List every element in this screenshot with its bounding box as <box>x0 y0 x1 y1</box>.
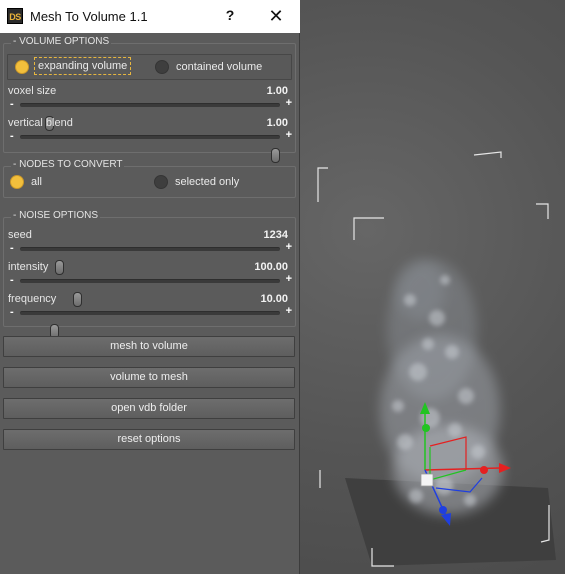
intensity-slider: intensity 100.00 - + <box>8 261 292 307</box>
minus-icon[interactable]: - <box>10 130 14 142</box>
frequency-label: frequency <box>8 293 57 305</box>
open-vdb-folder-button[interactable]: open vdb folder <box>3 398 295 419</box>
slider-track[interactable] <box>20 311 280 339</box>
plus-icon[interactable]: + <box>286 129 292 141</box>
volume-options-group: - VOLUME OPTIONS expanding volume contai… <box>3 36 296 163</box>
title-bar[interactable]: DS Mesh To Volume 1.1 ? ✕ <box>0 0 300 33</box>
nodes-to-convert-group: - NODES TO CONVERT all selected only <box>3 159 296 198</box>
plus-icon[interactable]: + <box>286 273 292 285</box>
minus-icon[interactable]: - <box>10 274 14 286</box>
noise-options-title: - NOISE OPTIONS <box>11 210 101 221</box>
vertical-blend-value: 1.00 <box>266 117 288 129</box>
seed-label: seed <box>8 229 32 241</box>
slider-track[interactable] <box>20 103 280 131</box>
slider-track[interactable] <box>20 135 280 163</box>
intensity-value: 100.00 <box>254 261 288 273</box>
app-logo: DS <box>7 8 23 24</box>
plus-icon[interactable]: + <box>286 305 292 317</box>
selected-only-label[interactable]: selected only <box>175 176 239 188</box>
slider-track[interactable] <box>20 279 280 307</box>
voxel-size-label: voxel size <box>8 85 57 97</box>
expanding-volume-radio[interactable] <box>15 60 29 74</box>
contained-volume-radio[interactable] <box>155 60 169 74</box>
seed-value: 1234 <box>263 229 288 241</box>
vertical-blend-label: vertical blend <box>8 117 73 129</box>
plus-icon[interactable]: + <box>286 241 292 253</box>
all-nodes-radio[interactable] <box>10 175 24 189</box>
mesh-to-volume-dialog: DS Mesh To Volume 1.1 ? ✕ - VOLUME OPTIO… <box>0 0 300 574</box>
volume-options-title: - VOLUME OPTIONS <box>11 36 112 47</box>
voxel-size-slider: voxel size 1.00 - + <box>8 85 292 131</box>
nodes-radio-group: all selected only <box>7 170 292 196</box>
mesh-to-volume-button[interactable]: mesh to volume <box>3 336 295 357</box>
volume-mode-radio-group: expanding volume contained volume <box>7 54 292 80</box>
help-button[interactable]: ? <box>222 7 238 25</box>
intensity-label: intensity <box>8 261 49 273</box>
minus-icon[interactable]: - <box>10 306 14 318</box>
window-title: Mesh To Volume 1.1 <box>30 9 148 24</box>
frequency-value: 10.00 <box>260 293 288 305</box>
slider-track[interactable] <box>20 247 280 275</box>
nodes-to-convert-title: - NODES TO CONVERT <box>11 159 125 170</box>
vertical-blend-slider: vertical blend 1.00 - + <box>8 117 292 163</box>
reset-options-button[interactable]: reset options <box>3 429 295 450</box>
minus-icon[interactable]: - <box>10 98 14 110</box>
plus-icon[interactable]: + <box>286 97 292 109</box>
slider-thumb[interactable] <box>270 148 280 163</box>
seed-slider: seed 1234 - + <box>8 229 292 275</box>
expanding-volume-label[interactable]: expanding volume <box>34 57 132 75</box>
volume-to-mesh-button[interactable]: volume to mesh <box>3 367 295 388</box>
frequency-slider: frequency 10.00 - + <box>8 293 292 339</box>
minus-icon[interactable]: - <box>10 242 14 254</box>
noise-options-group: - NOISE OPTIONS seed 1234 - + intensity … <box>3 210 296 339</box>
voxel-size-value: 1.00 <box>266 85 288 97</box>
close-button[interactable]: ✕ <box>265 4 287 28</box>
selected-only-radio[interactable] <box>154 175 168 189</box>
all-nodes-label[interactable]: all <box>31 176 42 188</box>
contained-volume-label[interactable]: contained volume <box>176 61 262 73</box>
